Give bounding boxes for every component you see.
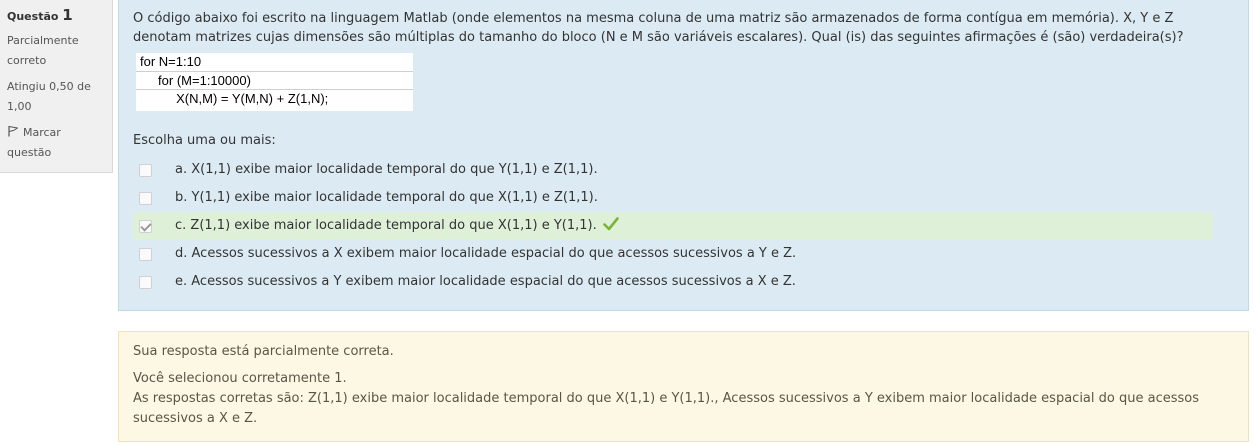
flag-question-link[interactable]: Marcar questão	[7, 123, 105, 163]
answer-option-e: e. Acessos sucessivos a Y exibem maior l…	[133, 268, 1213, 296]
code-line: for (M=1:10000)	[136, 71, 413, 90]
code-line-text: for (M=1:10000)	[136, 71, 413, 90]
answer-label-c: c. Z(1,1) exibe maior localidade tempora…	[175, 217, 597, 233]
question-grade: Atingiu 0,50 de 1,00	[7, 80, 91, 113]
answer-checkbox-d[interactable]	[139, 247, 152, 261]
num-correct-feedback: Você selecionou corretamente 1.	[133, 371, 347, 386]
flag-icon	[8, 126, 18, 137]
question-label: Questão	[7, 10, 59, 23]
answer-checkbox-c[interactable]	[139, 219, 152, 233]
question-formulation: O código abaixo foi escrito na linguagem…	[118, 0, 1249, 311]
question-state: Parcialmente correto	[7, 34, 79, 67]
answer-checkbox-b[interactable]	[139, 191, 152, 205]
answer-option-a: a. X(1,1) exibe maior localidade tempora…	[133, 156, 1213, 184]
feedback-panel: Sua resposta está parcialmente correta. …	[118, 331, 1249, 442]
general-feedback: Sua resposta está parcialmente correta.	[133, 344, 394, 359]
answer-checkbox-e[interactable]	[139, 275, 152, 289]
right-answer-feedback: As respostas corretas são: Z(1,1) exibe …	[133, 391, 1199, 426]
code-line: X(N,M) = Y(M,N) + Z(1,N);	[136, 89, 413, 111]
code-line-text: for N=1:10	[136, 53, 413, 72]
question-number-value: 1	[62, 6, 73, 24]
answer-option-b: b. Y(1,1) exibe maior localidade tempora…	[133, 184, 1213, 212]
code-table: for N=1:10 for (M=1:10000) X(N,M) = Y(M,…	[136, 53, 413, 111]
answer-label-a: a. X(1,1) exibe maior localidade tempora…	[175, 161, 598, 177]
answer-prompt: Escolha uma ou mais:	[133, 132, 276, 148]
check-icon	[603, 216, 619, 230]
question-number: Questão 1	[7, 6, 105, 26]
answer-label-e: e. Acessos sucessivos a Y exibem maior l…	[175, 273, 796, 289]
answer-option-c: c. Z(1,1) exibe maior localidade tempora…	[133, 211, 1213, 240]
answer-list: a. X(1,1) exibe maior localidade tempora…	[133, 156, 1234, 296]
answer-label-b: b. Y(1,1) exibe maior localidade tempora…	[175, 189, 598, 205]
code-line-text: X(N,M) = Y(M,N) + Z(1,N);	[136, 89, 413, 111]
code-line: for N=1:10	[136, 53, 413, 72]
answer-checkbox-a[interactable]	[139, 163, 152, 177]
answer-option-d: d. Acessos sucessivos a X exibem maior l…	[133, 240, 1213, 268]
question-text: O código abaixo foi escrito na linguagem…	[133, 11, 1184, 45]
question-info: Questão 1 Parcialmente correto Atingiu 0…	[0, 0, 113, 173]
answer-label-d: d. Acessos sucessivos a X exibem maior l…	[175, 245, 797, 261]
